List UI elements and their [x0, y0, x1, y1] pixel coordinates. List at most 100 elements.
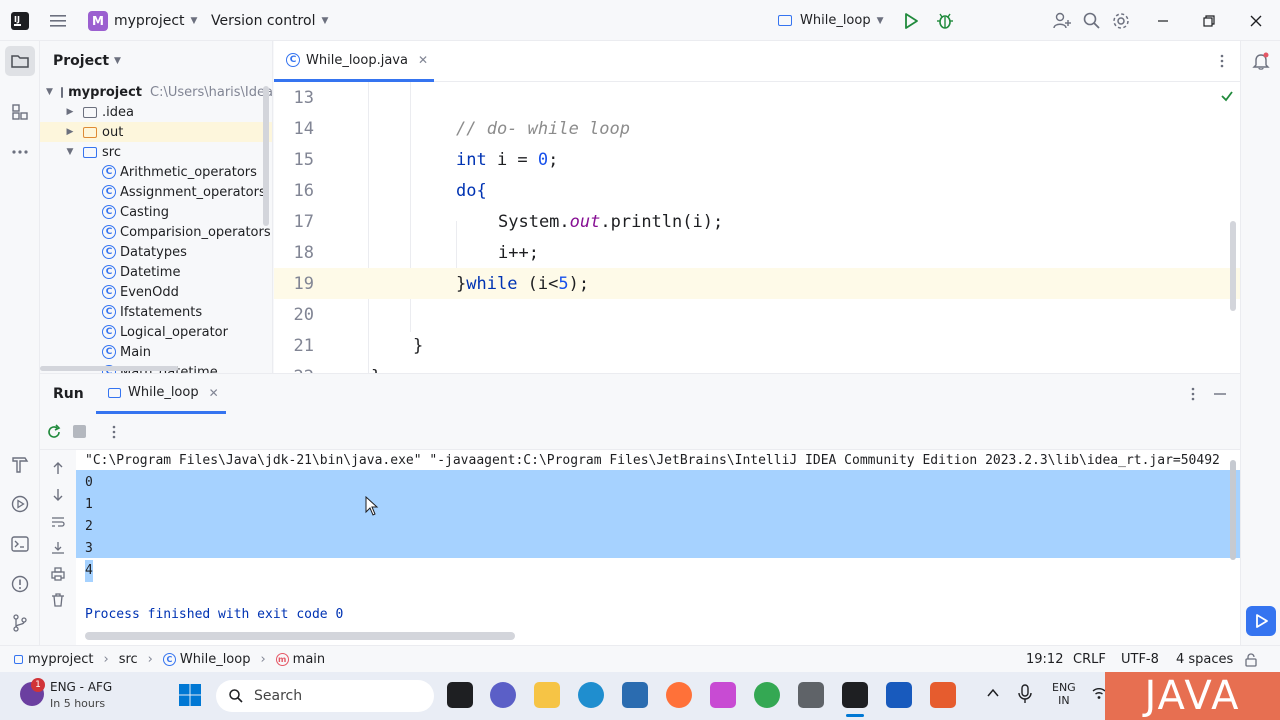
tree-item-class[interactable]: C Arithmetic_operators [40, 162, 272, 182]
app-icon-file-explorer[interactable] [534, 682, 560, 708]
tree-item-class[interactable]: C Comparision_operators [40, 222, 272, 242]
tree-scrollbar[interactable] [263, 86, 269, 226]
clear-console-button[interactable] [50, 592, 66, 608]
close-window-button[interactable] [1249, 0, 1263, 41]
app-icon-codeblock[interactable] [930, 682, 956, 708]
code-line[interactable]: 17 System.out.println(i); [274, 206, 1240, 237]
console-output[interactable]: "C:\Program Files\Java\jdk-21\bin\java.e… [76, 450, 1240, 646]
problems-tool-button[interactable] [5, 569, 35, 599]
code-line[interactable]: 22 } [274, 361, 1240, 374]
app-icon-store[interactable] [622, 682, 648, 708]
rerun-button[interactable] [46, 424, 62, 440]
add-user-button[interactable] [1052, 0, 1072, 41]
print-button[interactable] [50, 566, 66, 582]
tree-item-out[interactable]: ▶ out [40, 122, 272, 142]
file-encoding[interactable]: UTF-8 [1121, 646, 1159, 673]
code-line[interactable]: 20 [274, 299, 1240, 330]
ai-assistant-button[interactable] [1246, 606, 1276, 636]
app-icon-firefox[interactable] [666, 682, 692, 708]
debug-button[interactable] [935, 0, 955, 41]
app-icon-word[interactable] [886, 682, 912, 708]
tray-overflow-button[interactable] [986, 686, 1000, 700]
wifi-button[interactable] [1092, 686, 1106, 700]
readonly-toggle[interactable] [1244, 646, 1258, 673]
breadcrumb-class[interactable]: While_loop [180, 652, 251, 667]
services-tool-button[interactable] [5, 489, 35, 519]
scroll-to-end-button[interactable] [50, 540, 66, 556]
taskbar-search-box[interactable]: Search [216, 680, 434, 712]
project-widget[interactable]: M myproject ▼ [88, 0, 197, 41]
close-tab-icon[interactable]: ✕ [418, 53, 428, 67]
editor-options-button[interactable] [1214, 53, 1230, 69]
code-line[interactable]: 14 // do- while loop [274, 113, 1240, 144]
microphone-button[interactable] [1018, 684, 1032, 704]
start-button[interactable] [178, 683, 202, 707]
tree-item-class[interactable]: C Assignment_operators [40, 182, 272, 202]
code-line[interactable]: 19 }while (i<5); [274, 268, 1240, 299]
code-line[interactable]: 18 i++; [274, 237, 1240, 268]
structure-tool-button[interactable] [5, 97, 35, 127]
settings-button[interactable] [1111, 0, 1131, 41]
indent-setting[interactable]: 4 spaces [1176, 646, 1233, 673]
app-icon-chrome[interactable] [754, 682, 780, 708]
app-icon-edge[interactable] [578, 682, 604, 708]
git-tool-button[interactable] [5, 608, 35, 638]
module-icon [14, 655, 23, 664]
project-tool-button[interactable] [5, 46, 35, 76]
terminal-tool-button[interactable] [5, 529, 35, 559]
editor-tab-while-loop[interactable]: C While_loop.java ✕ [274, 41, 434, 82]
tree-item-class[interactable]: C Ifstatements [40, 302, 272, 322]
more-actions-button[interactable] [106, 424, 122, 440]
more-tools-button[interactable] [5, 137, 35, 167]
app-icon-terminal[interactable] [447, 682, 473, 708]
scroll-down-button[interactable] [50, 487, 66, 503]
tree-root[interactable]: ▼ myproject C:\Users\haris\Idea [40, 82, 272, 102]
notifications-button[interactable] [1246, 46, 1276, 76]
project-panel-title[interactable]: Project [53, 53, 109, 69]
code-line[interactable]: 21 } [274, 330, 1240, 361]
tree-item-class[interactable]: C EvenOdd [40, 282, 272, 302]
code-line[interactable]: 13 [274, 82, 1240, 113]
app-icon-intellij[interactable] [842, 682, 868, 708]
input-language[interactable]: ENG IN [1052, 681, 1076, 707]
soft-wrap-button[interactable] [50, 514, 66, 530]
version-control-widget[interactable]: Version control ▼ [211, 0, 328, 41]
stop-button[interactable] [73, 425, 86, 438]
search-everywhere-button[interactable] [1082, 0, 1102, 41]
tree-horizontal-scrollbar[interactable] [40, 366, 178, 371]
tree-item-idea[interactable]: ▶ .idea [40, 102, 272, 122]
breadcrumb-src[interactable]: src [119, 652, 138, 667]
restore-button[interactable] [1202, 0, 1216, 41]
line-separator[interactable]: CRLF [1073, 646, 1106, 673]
app-icon-calculator[interactable] [798, 682, 824, 708]
app-icon-teams[interactable] [490, 682, 516, 708]
code-line[interactable]: 16 do{ [274, 175, 1240, 206]
editor-scrollbar[interactable] [1230, 221, 1236, 311]
chevron-down-icon[interactable]: ▼ [114, 56, 121, 66]
console-vertical-scrollbar[interactable] [1230, 460, 1236, 560]
tree-item-src[interactable]: ▼ src [40, 142, 272, 162]
tree-item-class[interactable]: C Main [40, 342, 272, 362]
run-config-selector[interactable]: While_loop ▼ [778, 0, 884, 41]
run-button[interactable] [902, 0, 920, 41]
app-icon-snipping[interactable] [710, 682, 736, 708]
console-horizontal-scrollbar[interactable] [85, 632, 515, 640]
app-logo[interactable]: IJ [10, 0, 30, 41]
tree-item-class[interactable]: C Datetime [40, 262, 272, 282]
code-line[interactable]: 15 int i = 0; [274, 144, 1240, 175]
caret-position[interactable]: 19:12 [1026, 646, 1063, 673]
build-tool-button[interactable] [5, 449, 35, 479]
run-tab-while-loop[interactable]: While_loop ✕ [96, 374, 226, 414]
tree-item-class[interactable]: C Casting [40, 202, 272, 222]
breadcrumb-project[interactable]: myproject [28, 652, 93, 667]
close-tab-icon[interactable]: ✕ [209, 386, 219, 400]
scroll-up-button[interactable] [50, 460, 66, 476]
hide-panel-button[interactable] [1212, 386, 1228, 402]
lang-status[interactable]: ENG - AFG [50, 680, 112, 694]
breadcrumb-method[interactable]: main [293, 652, 325, 667]
main-menu-button[interactable] [48, 0, 68, 41]
run-options-button[interactable] [1185, 386, 1201, 402]
tree-item-class[interactable]: C Datatypes [40, 242, 272, 262]
minimize-button[interactable] [1156, 0, 1170, 41]
tree-item-class[interactable]: C Logical_operator [40, 322, 272, 342]
